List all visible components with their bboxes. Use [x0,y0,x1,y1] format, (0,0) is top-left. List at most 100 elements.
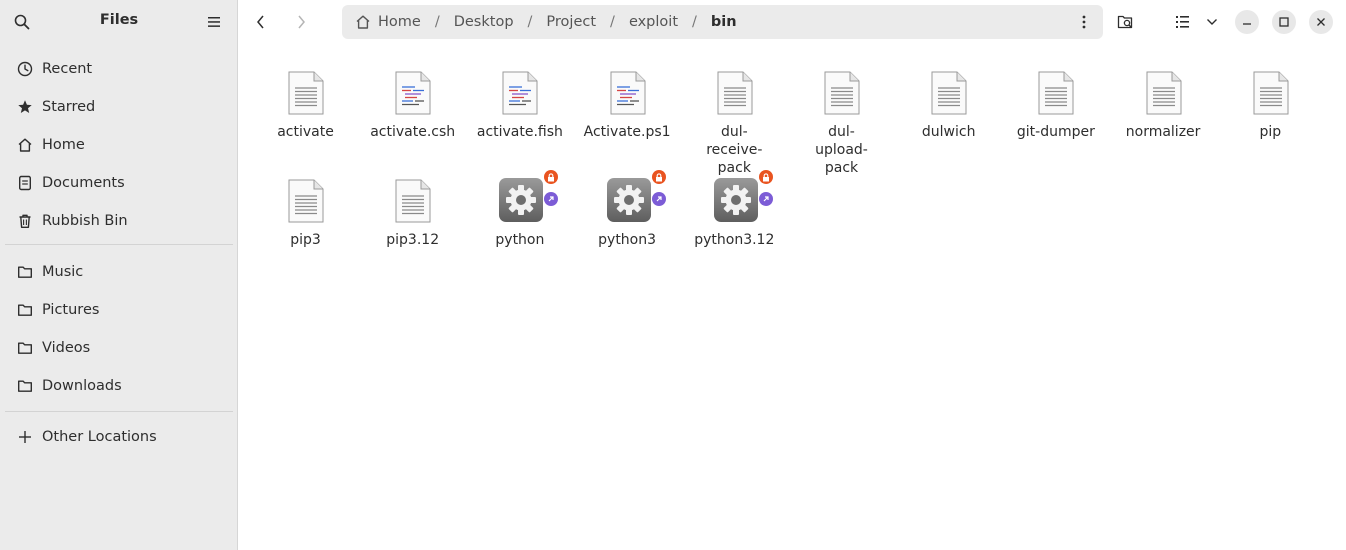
main-menu-button[interactable] [204,11,226,33]
script-file-icon [608,70,648,116]
file-item[interactable]: pip3.12 [359,170,466,278]
breadcrumb-exploit[interactable]: exploit [629,14,678,30]
symlink-icon [544,192,559,206]
file-name: python3 [598,232,657,248]
breadcrumb-home[interactable]: Home [378,14,421,30]
file-item[interactable]: python [466,170,573,278]
chevron-down-icon [1207,19,1217,25]
document-icon [17,175,33,191]
text-file-icon [1251,70,1291,116]
chevron-right-icon [298,15,305,29]
text-file-icon [286,70,326,116]
file-name: dulwich [921,124,976,140]
script-file-icon [393,70,433,116]
sidebar-item-label: Videos [42,340,91,356]
breadcrumb-project[interactable]: Project [546,14,596,30]
minimize-icon [1243,23,1251,25]
sidebar-header: Files [0,0,238,44]
folder-search-icon [1117,15,1133,29]
sidebar-item-pictures[interactable]: Pictures [5,293,233,327]
vertical-dots-icon [1082,15,1086,29]
sidebar-item-documents[interactable]: Documents [5,166,233,200]
chevron-left-icon [257,15,264,29]
file-item[interactable]: activate [252,62,359,170]
sidebar-item-label: Documents [42,175,125,191]
close-icon [1317,18,1325,26]
text-file-icon [1144,70,1184,116]
minimize-button[interactable] [1235,10,1259,34]
folder-icon [17,340,33,356]
sidebar: Files Recent Starred Home Documents Rubb… [0,0,238,550]
sidebar-item-label: Other Locations [42,429,157,445]
file-name: dul-upload-pack [815,124,868,176]
text-file-icon [715,70,755,116]
symlink-icon [758,192,773,206]
sidebar-item-recent[interactable]: Recent [5,52,233,86]
file-name: dul-receive-pack [706,124,763,176]
file-name: pip3.12 [386,232,440,248]
file-item[interactable]: pip [1217,62,1324,170]
sidebar-item-downloads[interactable]: Downloads [5,369,233,403]
file-item[interactable]: python3.12 [681,170,788,278]
text-file-icon [393,178,433,224]
file-name: pip3 [290,232,321,248]
sidebar-item-label: Home [42,137,85,153]
sidebar-item-label: Rubbish Bin [42,213,128,229]
sidebar-item-home[interactable]: Home [5,128,233,162]
sidebar-divider [5,244,233,245]
breadcrumb-separator: / [527,14,533,30]
text-file-icon [929,70,969,116]
breadcrumb-separator: / [692,14,697,30]
sidebar-item-videos[interactable]: Videos [5,331,233,365]
forward-button[interactable] [290,11,312,33]
file-name: pip [1259,124,1282,140]
file-item[interactable]: python3 [574,170,681,278]
file-item[interactable]: activate.csh [359,62,466,170]
text-file-icon [1036,70,1076,116]
folder-icon [17,378,33,394]
file-name: activate.csh [370,124,456,140]
folder-icon [17,264,33,280]
star-icon [17,99,33,115]
file-item[interactable]: pip3 [252,170,359,278]
sidebar-divider [5,411,233,412]
app-title: Files [99,12,139,28]
executable-icon [606,177,651,223]
view-list-button[interactable] [1172,11,1194,33]
path-menu-button[interactable] [1075,13,1093,31]
file-item[interactable]: Activate.ps1 [574,62,681,170]
sidebar-item-starred[interactable]: Starred [5,90,233,124]
file-name: normalizer [1125,124,1201,140]
plus-icon [17,429,33,445]
file-item[interactable]: dul-receive-pack [681,62,788,176]
script-file-icon [500,70,540,116]
breadcrumb-separator: / [434,14,440,30]
breadcrumb-bin[interactable]: bin [711,14,737,30]
file-item[interactable]: git-dumper [1002,62,1109,170]
close-button[interactable] [1309,10,1333,34]
maximize-button[interactable] [1272,10,1296,34]
sidebar-item-rubbish-bin[interactable]: Rubbish Bin [5,204,233,238]
maximize-icon [1279,17,1289,27]
search-files-button[interactable] [1115,11,1137,33]
file-item[interactable]: dul-upload-pack [788,62,895,176]
file-item[interactable]: normalizer [1110,62,1217,170]
sidebar-item-label: Recent [42,61,93,77]
file-name: python3.12 [694,232,775,248]
home-icon [17,137,33,153]
lock-icon [758,170,773,184]
text-file-icon [286,178,326,224]
path-bar[interactable]: Home / Desktop / Project / exploit / bin [342,5,1103,39]
view-options-dropdown[interactable] [1201,11,1223,33]
sidebar-item-other-locations[interactable]: Other Locations [5,420,233,454]
back-button[interactable] [250,11,272,33]
sidebar-item-music[interactable]: Music [5,255,233,289]
file-item[interactable]: dulwich [895,62,1002,170]
file-item[interactable]: activate.fish [466,62,573,170]
hamburger-menu-icon [208,17,220,27]
trash-icon [17,213,33,229]
list-view-icon [1176,16,1189,28]
breadcrumb-desktop[interactable]: Desktop [454,14,514,30]
breadcrumb-separator: / [610,14,615,30]
file-name: activate [277,124,334,140]
